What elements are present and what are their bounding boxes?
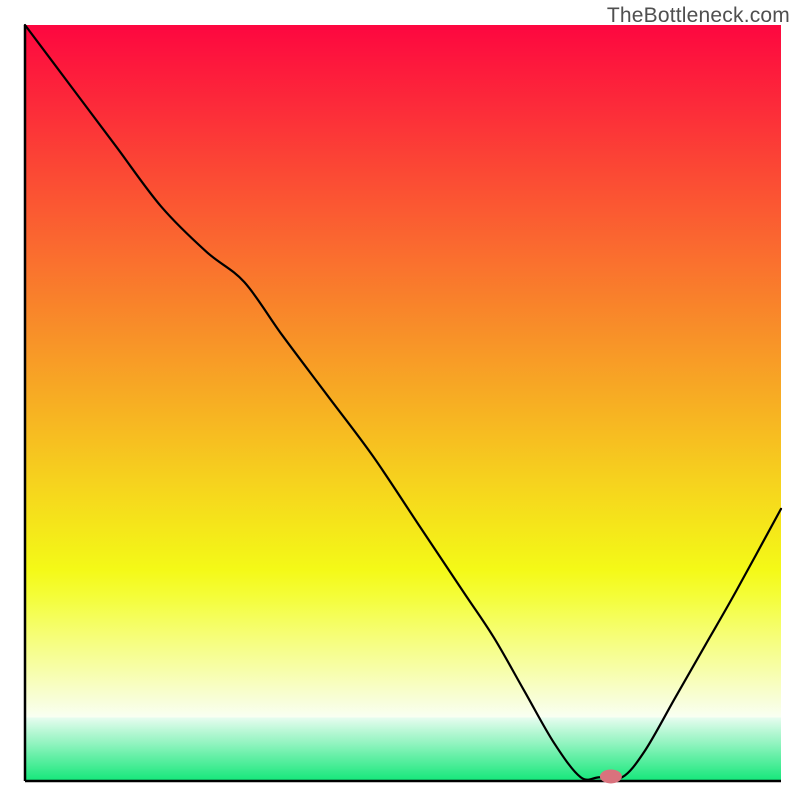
watermark-text: TheBottleneck.com (607, 4, 790, 28)
bottleneck-curve (25, 25, 781, 780)
selected-point-marker[interactable] (600, 769, 622, 783)
chart-container: TheBottleneck.com (0, 0, 800, 800)
chart-overlay (0, 0, 800, 800)
